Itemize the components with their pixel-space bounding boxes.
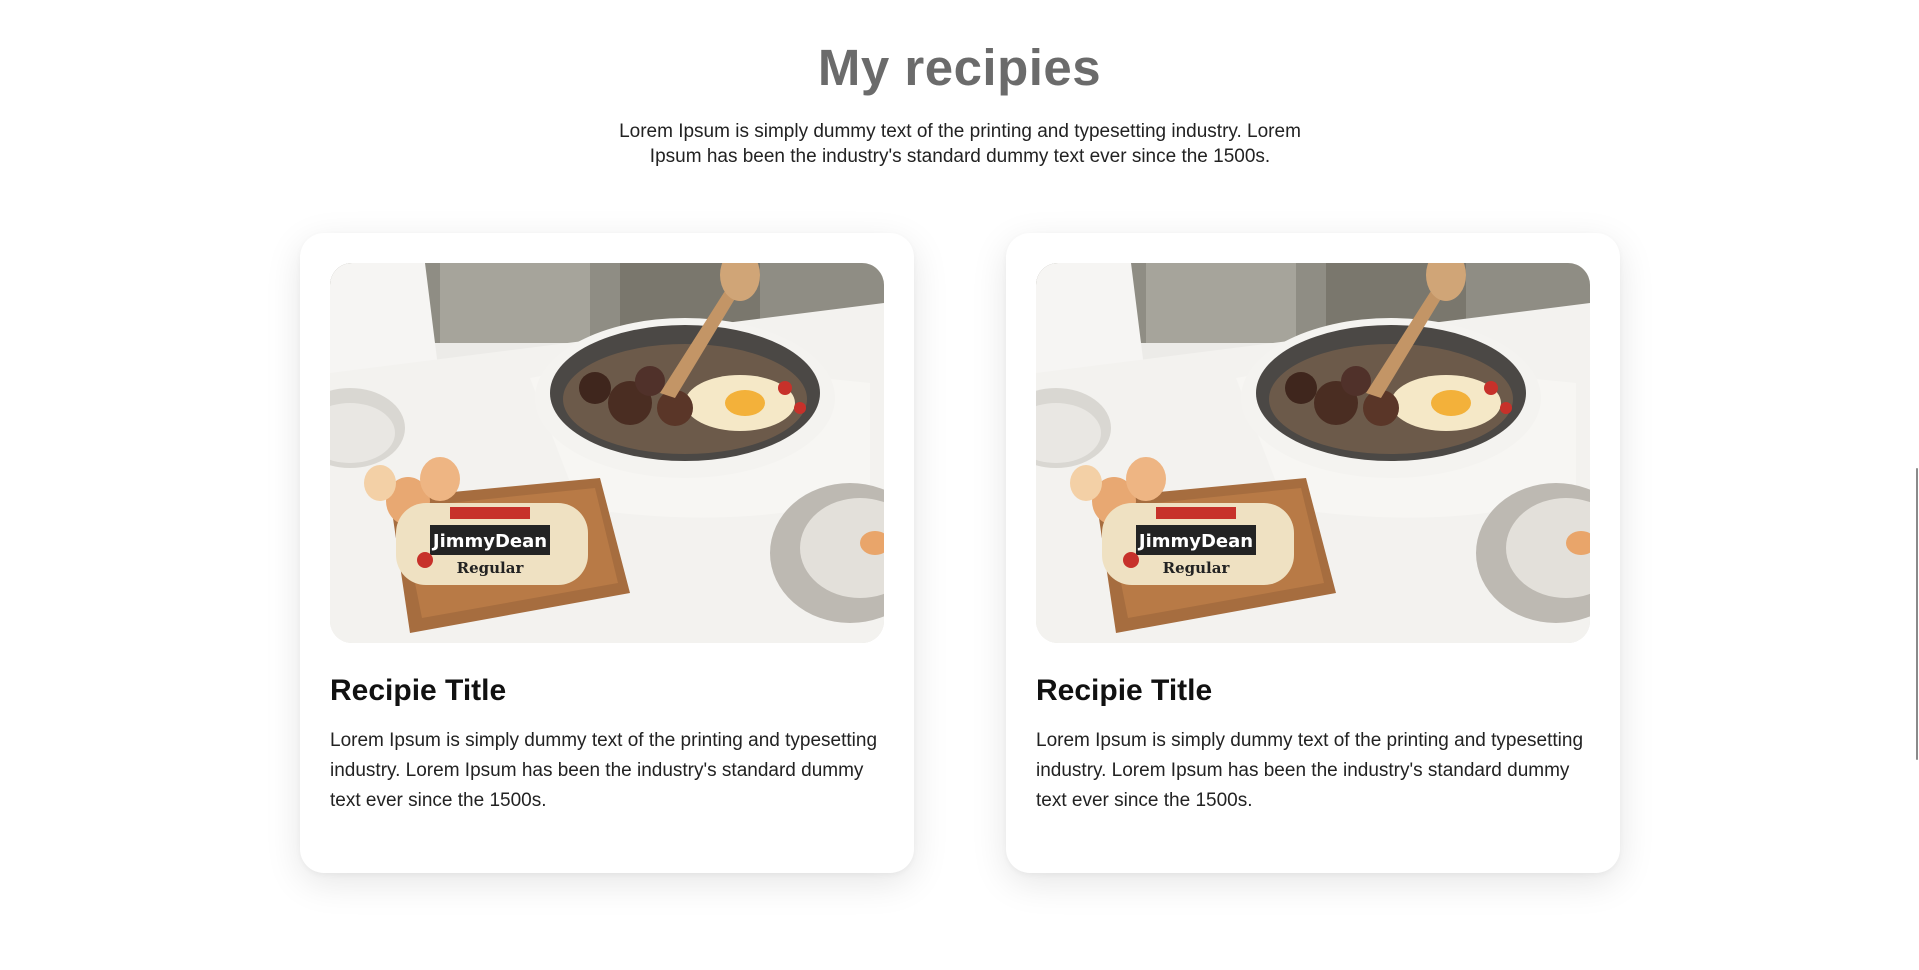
recipe-description: Lorem Ipsum is simply dummy text of the …: [330, 730, 878, 811]
package-brand: JimmyDean: [1137, 531, 1253, 552]
recipe-description: Lorem Ipsum is simply dummy text of the …: [1036, 730, 1584, 811]
scrollbar-thumb[interactable]: [1916, 468, 1918, 760]
recipe-card[interactable]: JimmyDean Regular Recipie Title Lorem Ip…: [300, 233, 914, 873]
scrollbar[interactable]: [1913, 0, 1919, 970]
page: My recipies Lorem Ipsum is simply dummy …: [0, 0, 1919, 970]
package-variant: Regular: [1163, 559, 1231, 577]
food-photo-icon[interactable]: JimmyDean Regular: [330, 263, 884, 643]
recipe-title[interactable]: Recipie Title: [330, 674, 506, 708]
food-photo-icon[interactable]: JimmyDean Regular: [1036, 263, 1590, 643]
food-photo-illustration: JimmyDean Regular: [330, 263, 884, 643]
package-variant: Regular: [457, 559, 525, 577]
page-title: My recipies: [817, 39, 1102, 96]
section-intro: Lorem Ipsum is simply dummy text of the …: [619, 121, 1301, 167]
recipe-title[interactable]: Recipie Title: [1036, 674, 1212, 708]
food-photo-illustration: JimmyDean Regular: [1036, 263, 1590, 643]
package-brand: JimmyDean: [431, 531, 547, 552]
recipe-card[interactable]: JimmyDean Regular Recipie Title Lorem Ip…: [1006, 233, 1620, 873]
